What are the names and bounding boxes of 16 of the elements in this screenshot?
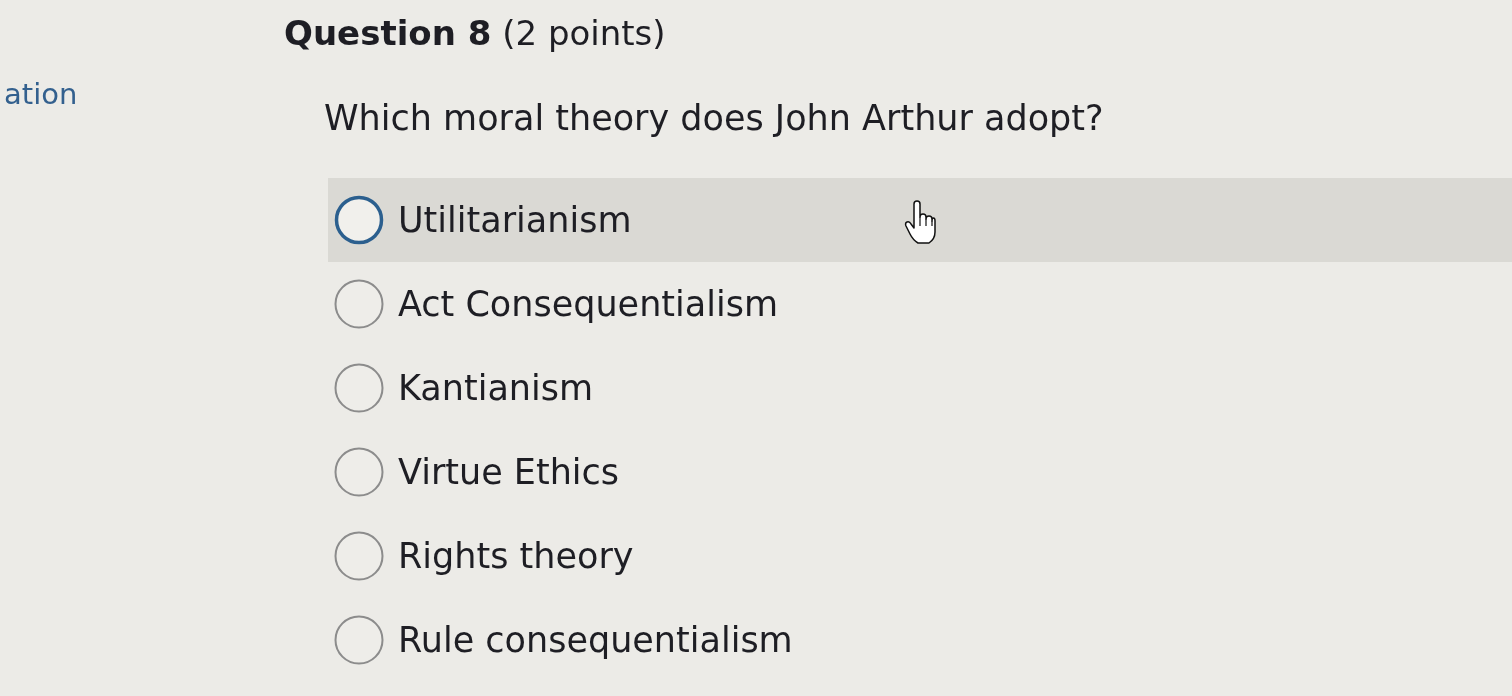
radio-button[interactable]: [334, 447, 384, 497]
answer-option[interactable]: Virtue Ethics: [328, 430, 632, 514]
radio-button[interactable]: [334, 279, 384, 329]
sidebar-link[interactable]: ation: [4, 77, 78, 111]
answer-option[interactable]: Utilitarianism: [328, 178, 1512, 262]
radio-button[interactable]: [334, 363, 384, 413]
answer-option[interactable]: Act Consequentialism: [328, 262, 790, 346]
question-title: Question 8 (2 points): [284, 12, 666, 55]
radio-button[interactable]: [334, 531, 384, 581]
question-prompt: Which moral theory does John Arthur adopt?: [324, 97, 1104, 140]
hand-cursor-icon: [904, 200, 936, 244]
radio-button[interactable]: [334, 195, 384, 245]
answer-option[interactable]: Rights theory: [328, 514, 646, 598]
radio-button[interactable]: [334, 615, 384, 665]
answer-option[interactable]: Rule consequentialism: [328, 598, 805, 682]
answer-option[interactable]: Kantianism: [328, 346, 606, 430]
